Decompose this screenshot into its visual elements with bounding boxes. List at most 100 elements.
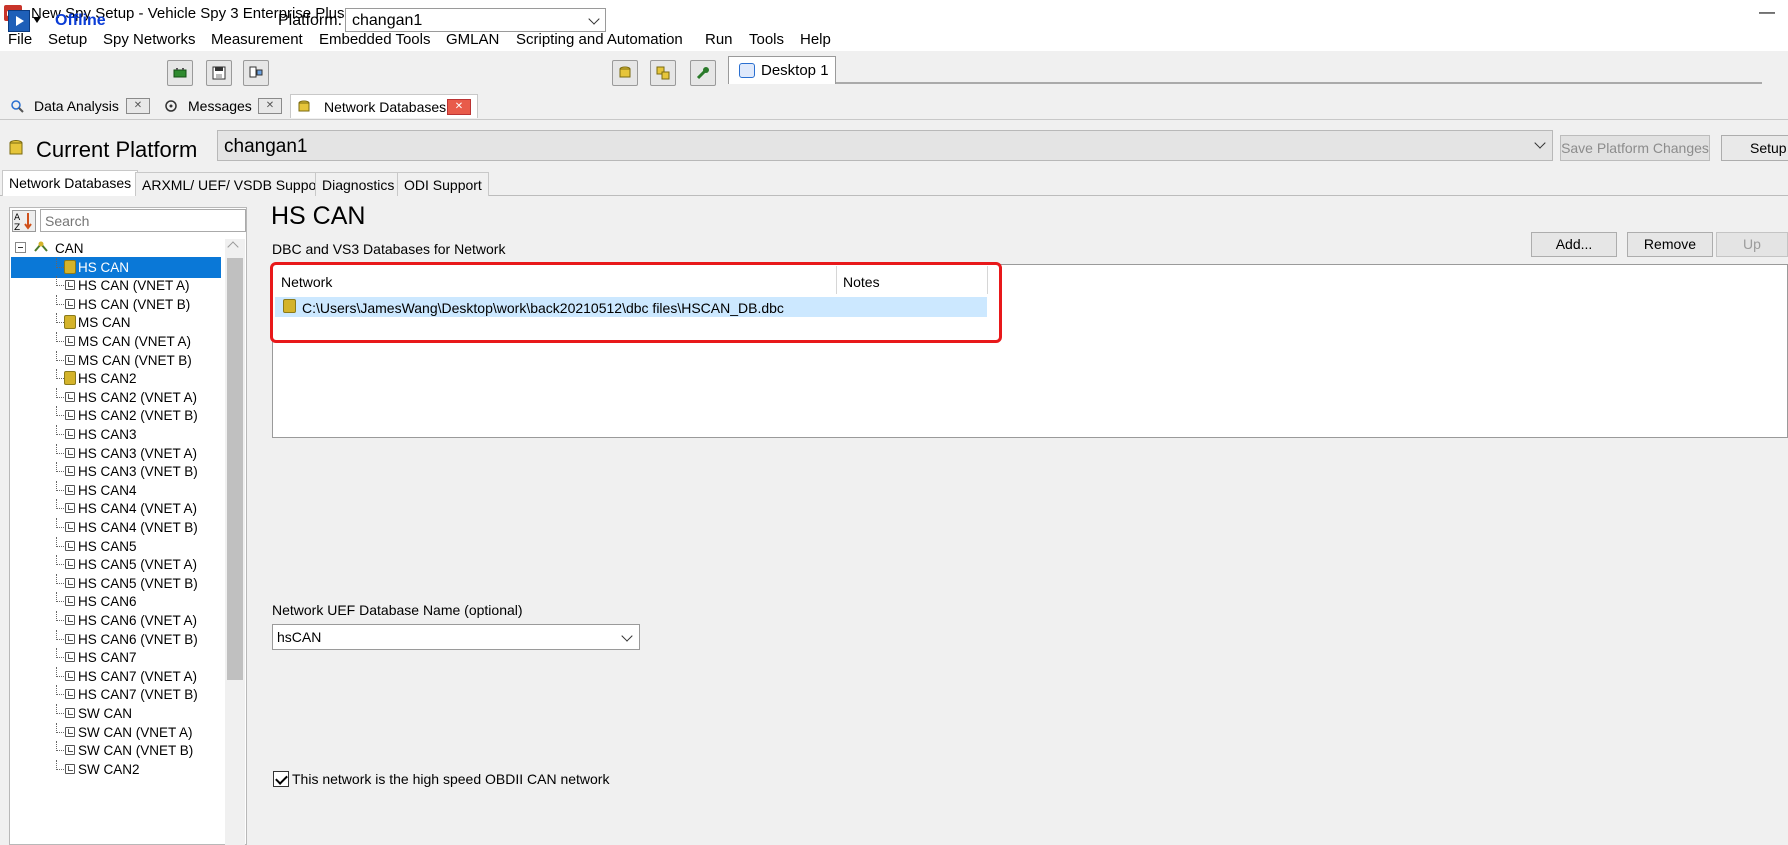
tree-connector [56,574,64,584]
tree-item-label: HS CAN3 (VNET A) [78,446,198,461]
column-header-network[interactable]: Network [281,274,332,290]
tree-item-label: SW CAN [78,706,132,721]
tab-network-databases-label: Network Databases [324,99,447,115]
network-node-icon [65,634,75,644]
tree-item[interactable]: HS CAN7 [11,647,221,668]
column-divider [836,266,837,294]
tab-data-analysis[interactable]: Data Analysis ✕ [4,94,152,118]
network-node-icon [65,355,75,365]
subtab-odi-support[interactable]: ODI Support [397,172,489,196]
tree-item[interactable]: MS CAN (VNET A) [11,331,221,352]
platform-select-value: changan1 [352,12,423,29]
menu-measurement[interactable]: Measurement [211,31,303,48]
obdii-network-checkbox[interactable] [273,771,289,787]
tree-connector [56,295,64,305]
database-icon[interactable] [612,60,638,86]
platform-select[interactable]: changan1 [345,8,606,32]
tree-item[interactable]: MS CAN [11,312,221,333]
tree-item-label: HS CAN4 [78,483,137,498]
network-node-icon [65,429,75,439]
tree-item[interactable]: SW CAN (VNET B) [11,740,221,761]
subtab-arxml[interactable]: ARXML/ UEF/ VSDB Support [135,172,332,196]
menu-spy-networks[interactable]: Spy Networks [103,31,196,48]
current-platform-select[interactable]: changan1 [217,130,1553,161]
remove-database-button[interactable]: Remove [1627,232,1713,257]
tree-item[interactable]: HS CAN6 [11,591,221,612]
menu-scripting[interactable]: Scripting and Automation [516,31,683,48]
database-multi-icon[interactable] [650,60,676,86]
tree-item[interactable]: SW CAN2 [11,759,221,780]
tree-item[interactable]: HS CAN4 (VNET A) [11,498,221,519]
title-bar: New Spy Setup - Vehicle Spy 3 Enterprise… [0,0,1788,27]
tree-item-label: HS CAN4 (VNET A) [78,501,198,516]
play-dropdown-icon[interactable] [33,17,41,23]
tree-connector [56,481,64,491]
menu-setup[interactable]: Setup [48,31,87,48]
tree-connector [56,667,64,677]
add-database-button[interactable]: Add... [1531,232,1617,257]
save-icon[interactable] [206,60,232,86]
minimize-button[interactable]: — [1752,4,1782,22]
tree-connector [56,332,64,342]
desktop-tab-label: Desktop 1 [761,62,829,79]
menu-run[interactable]: Run [705,31,733,48]
collapse-icon[interactable] [15,242,26,253]
tree-item[interactable]: HS CAN (VNET A) [11,275,221,296]
tree-connector [56,704,64,714]
tree-item-can[interactable]: CAN [11,238,221,259]
tree-search-input[interactable] [40,209,246,232]
svg-text:A: A [14,213,21,223]
close-icon[interactable]: ✕ [447,99,471,115]
tree-item[interactable]: SW CAN [11,703,221,724]
chevron-down-icon [588,13,600,25]
tree-item[interactable]: HS CAN7 (VNET B) [11,684,221,705]
tree-scroll-thumb[interactable] [227,258,243,680]
tree-item-label: HS CAN2 [78,371,137,386]
tree-item[interactable]: HS CAN5 (VNET A) [11,554,221,575]
move-up-button[interactable]: Up [1716,232,1788,257]
menu-help[interactable]: Help [800,31,831,48]
tree-item[interactable]: HS CAN2 [11,368,221,389]
menu-file[interactable]: File [8,31,32,48]
close-icon[interactable]: ✕ [126,98,150,114]
tree-item-label: HS CAN6 (VNET B) [78,632,198,647]
menu-gmlan[interactable]: GMLAN [446,31,499,48]
subtab-network-databases[interactable]: Network Databases [2,170,139,196]
chip-icon[interactable] [167,60,193,86]
wrench-icon[interactable] [690,60,716,86]
column-header-notes[interactable]: Notes [843,274,880,290]
uef-database-value: hsCAN [277,629,322,645]
close-icon[interactable]: ✕ [258,98,282,114]
network-node-icon [65,410,75,420]
uef-database-select[interactable]: hsCAN [272,624,640,650]
save-platform-changes-button[interactable]: Save Platform Changes [1560,135,1710,161]
tab-network-databases[interactable]: Network Databases ✕ [290,94,478,118]
setup-button[interactable]: Setup [1721,135,1788,161]
subtab-diagnostics[interactable]: Diagnostics [315,172,402,196]
tree-item[interactable]: HS CAN3 [11,424,221,445]
tree-item[interactable]: HS CAN2 (VNET B) [11,405,221,426]
menu-tools[interactable]: Tools [749,31,784,48]
tree-item[interactable]: HS CAN6 (VNET A) [11,610,221,631]
tree-item[interactable]: HS CAN4 (VNET B) [11,517,221,538]
desktop-strip [836,82,1762,84]
tree-connector [56,406,64,416]
monitor-icon[interactable] [243,60,269,86]
current-platform-value: changan1 [224,136,308,157]
network-node-icon [65,708,75,718]
tab-messages[interactable]: Messages ✕ [158,94,288,118]
tree-connector [56,369,64,379]
tree-item[interactable]: HS CAN3 (VNET B) [11,461,221,482]
network-node-icon [65,727,75,737]
menu-embedded-tools[interactable]: Embedded Tools [319,31,430,48]
play-icon[interactable] [8,10,30,32]
database-list[interactable] [272,264,1788,438]
tree-item-label: HS CAN5 (VNET B) [78,576,198,591]
tree-item-label: HS CAN4 (VNET B) [78,520,198,535]
tree-connector [56,462,64,472]
tab-desktop-1[interactable]: Desktop 1 [728,56,836,84]
messages-icon [165,100,177,112]
tree-connector [56,444,64,454]
sort-az-icon[interactable]: A Z [12,210,36,232]
database-icon [298,100,310,112]
